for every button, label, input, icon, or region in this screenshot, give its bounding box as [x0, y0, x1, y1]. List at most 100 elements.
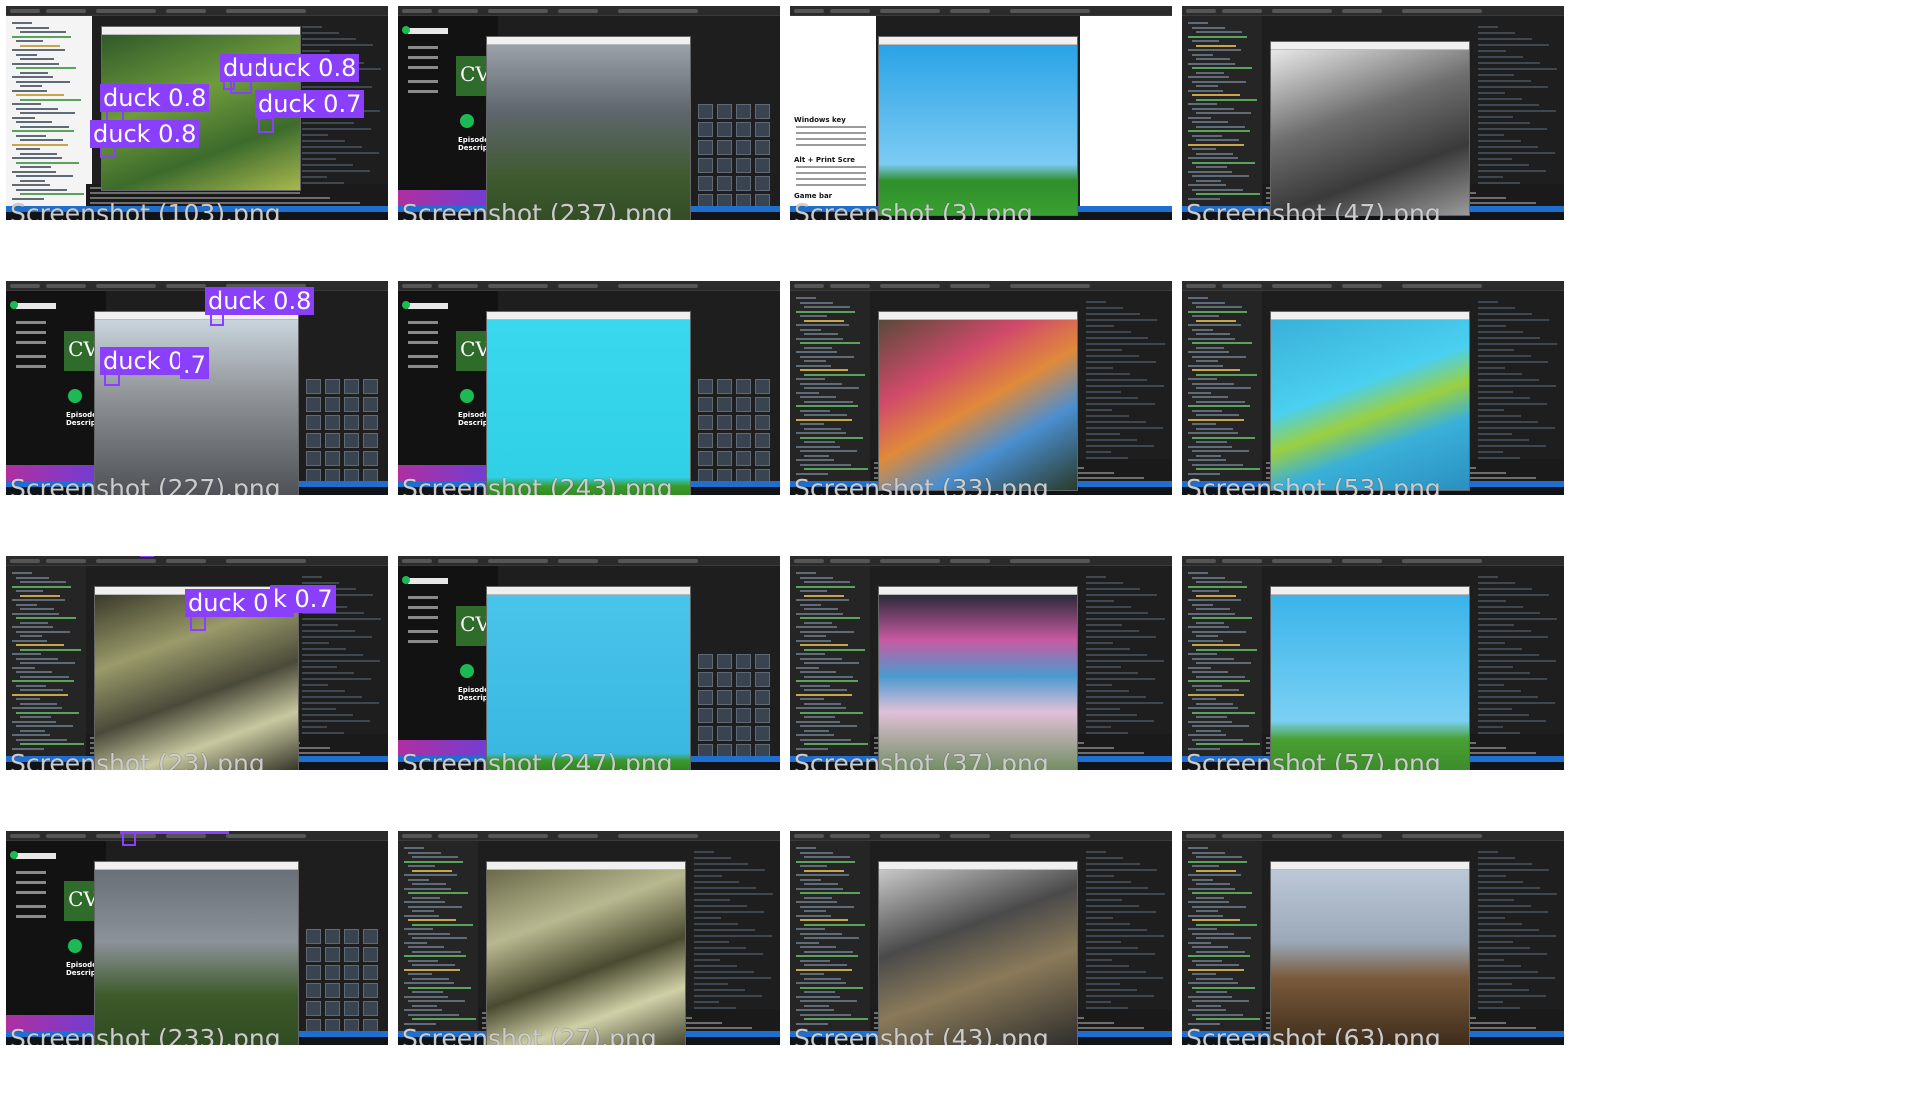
explorer-item[interactable]	[1196, 675, 1245, 678]
thumbnail[interactable]	[717, 104, 732, 119]
explorer-item[interactable]	[412, 964, 455, 966]
thumbnail[interactable]	[363, 379, 378, 394]
explorer-item[interactable]	[1188, 76, 1229, 78]
explorer-item[interactable]	[20, 71, 48, 74]
explorer-item[interactable]	[12, 707, 62, 709]
explorer-item[interactable]	[804, 675, 853, 678]
explorer-item[interactable]	[1188, 391, 1211, 394]
explorer-item[interactable]	[12, 22, 32, 24]
thumbnail[interactable]	[325, 983, 340, 998]
explorer-item[interactable]	[1192, 121, 1228, 123]
explorer-item[interactable]	[16, 134, 46, 137]
explorer-item[interactable]	[1196, 71, 1224, 74]
explorer-item[interactable]	[412, 869, 452, 872]
thumbnail[interactable]	[698, 690, 713, 705]
explorer-item[interactable]	[1196, 716, 1227, 718]
thumbnail[interactable]	[717, 690, 732, 705]
explorer-item[interactable]	[1192, 175, 1249, 177]
explorer-item[interactable]	[800, 315, 827, 317]
screenshot-tile[interactable]: CVEpisode Descriptduck 0.8duck 0.8dead 0…	[398, 556, 780, 770]
explorer-item[interactable]	[1196, 166, 1227, 168]
explorer-item[interactable]	[1188, 720, 1232, 723]
explorer-item[interactable]	[408, 932, 450, 935]
explorer-item[interactable]	[412, 1004, 437, 1007]
explorer-item[interactable]	[1196, 1004, 1221, 1007]
nav-item[interactable]	[408, 321, 438, 324]
explorer-item[interactable]	[1196, 427, 1233, 430]
explorer-item[interactable]	[1196, 373, 1257, 376]
thumbnail[interactable]	[325, 451, 340, 466]
explorer-item[interactable]	[1188, 364, 1223, 367]
screenshot-tile[interactable]: CV Episode Descript duck 0.8 duck 0.3.7 Scre…	[6, 281, 388, 495]
thumbnail[interactable]	[736, 176, 751, 191]
explorer-item[interactable]	[796, 874, 849, 876]
explorer-item[interactable]	[796, 639, 831, 642]
explorer-item[interactable]	[20, 675, 69, 678]
explorer-item[interactable]	[12, 639, 47, 642]
explorer-item[interactable]	[16, 161, 79, 164]
explorer-item[interactable]	[800, 932, 842, 935]
explorer-item[interactable]	[796, 337, 843, 340]
explorer-item[interactable]	[408, 1013, 459, 1016]
explorer-item[interactable]	[804, 991, 835, 993]
explorer-item[interactable]	[412, 937, 467, 939]
thumbnail[interactable]	[736, 140, 751, 155]
explorer-item[interactable]	[1188, 847, 1208, 849]
nav-item[interactable]	[16, 365, 46, 368]
explorer-item[interactable]	[800, 463, 851, 466]
explorer-item[interactable]	[12, 49, 65, 51]
explorer-item[interactable]	[796, 418, 852, 421]
explorer-item[interactable]	[1192, 26, 1225, 29]
explorer-item[interactable]	[1188, 982, 1238, 984]
explorer-item[interactable]	[796, 378, 825, 380]
explorer-item[interactable]	[1188, 405, 1250, 407]
thumbnail[interactable]	[325, 397, 340, 412]
explorer-item[interactable]	[12, 680, 74, 682]
explorer-item[interactable]	[1196, 400, 1245, 403]
explorer-item[interactable]	[800, 946, 836, 948]
thumbnail[interactable]	[755, 690, 770, 705]
thumbnail[interactable]	[717, 708, 732, 723]
explorer-item[interactable]	[804, 387, 859, 389]
explorer-item[interactable]	[1188, 184, 1226, 186]
explorer-item[interactable]	[1196, 581, 1242, 583]
explorer-item[interactable]	[1192, 671, 1228, 673]
explorer-item[interactable]	[1188, 378, 1217, 380]
explorer-item[interactable]	[1196, 910, 1218, 912]
explorer-item[interactable]	[20, 635, 42, 637]
thumbnail[interactable]	[755, 415, 770, 430]
explorer-item[interactable]	[796, 847, 816, 849]
explorer-item[interactable]	[1192, 134, 1222, 137]
explorer-item[interactable]	[804, 896, 832, 899]
explorer-item[interactable]	[1192, 80, 1246, 83]
thumbnail[interactable]	[717, 726, 732, 741]
explorer-item[interactable]	[1192, 905, 1246, 908]
explorer-item[interactable]	[1188, 734, 1226, 736]
explorer-item[interactable]	[412, 896, 440, 899]
thumbnail[interactable]	[717, 433, 732, 448]
explorer-item[interactable]	[404, 874, 457, 876]
explorer-item[interactable]	[800, 382, 842, 385]
thumbnail[interactable]	[698, 451, 713, 466]
explorer-item[interactable]	[20, 594, 60, 597]
screenshot-tile[interactable]: duck 0.8dead 0.50.8duckduck 0.7.8Screens…	[790, 281, 1172, 495]
explorer-item[interactable]	[1192, 40, 1219, 42]
explorer-item[interactable]	[1192, 1013, 1243, 1016]
explorer-item[interactable]	[1188, 941, 1211, 944]
explorer-item[interactable]	[1192, 328, 1213, 331]
explorer-item[interactable]	[1188, 612, 1235, 615]
explorer-item[interactable]	[20, 702, 57, 705]
explorer-item[interactable]	[796, 666, 819, 669]
explorer-item[interactable]	[1196, 621, 1224, 624]
explorer-item[interactable]	[12, 612, 59, 615]
explorer-item[interactable]	[1188, 680, 1250, 682]
explorer-item[interactable]	[1192, 463, 1243, 466]
explorer-item[interactable]	[1192, 67, 1252, 69]
explorer-item[interactable]	[800, 973, 824, 975]
explorer-item[interactable]	[800, 396, 836, 398]
thumbnail[interactable]	[755, 104, 770, 119]
explorer-item[interactable]	[408, 973, 432, 975]
explorer-item[interactable]	[12, 116, 35, 119]
explorer-item[interactable]	[1192, 892, 1252, 894]
explorer-item[interactable]	[404, 901, 445, 903]
